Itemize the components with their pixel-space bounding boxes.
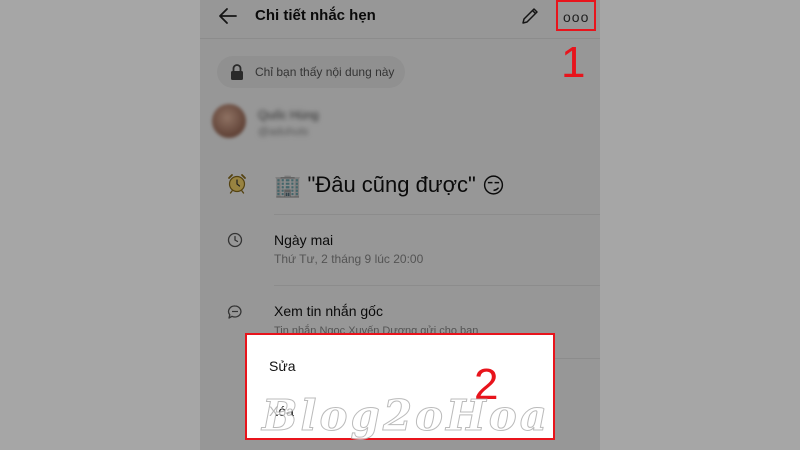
highlight-box-more (556, 0, 596, 31)
watermark-logo: Blog2oHoa (262, 391, 550, 441)
step-label-1: 1 (561, 38, 586, 87)
menu-item-edit[interactable]: Sửa (269, 358, 296, 374)
